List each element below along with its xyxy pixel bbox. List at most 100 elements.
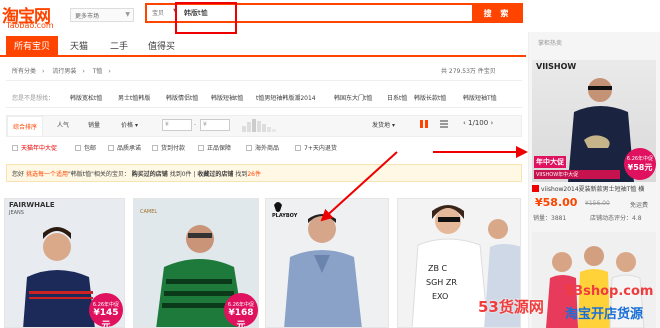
- featured-price: ¥58.00: [535, 196, 578, 209]
- tab-tmall[interactable]: 天猫: [62, 36, 96, 55]
- product-card[interactable]: PLAYBOY: [265, 198, 389, 328]
- sort-price[interactable]: 价格 ▾: [121, 120, 138, 129]
- checkbox[interactable]: [295, 145, 301, 151]
- watermark-logo: 53货源网: [478, 298, 544, 316]
- featured-rating: 店铺动态评分：4.8: [590, 215, 642, 222]
- sort-price-label: 价格: [121, 122, 134, 129]
- sort-sales[interactable]: 销量: [88, 120, 100, 129]
- taobao-logo-en: Taobao.com: [6, 21, 54, 30]
- checkbox[interactable]: [246, 145, 252, 151]
- filter-label: 货到付款: [161, 145, 186, 152]
- price-max-input[interactable]: ¥: [200, 119, 230, 131]
- filter-overseas[interactable]: 海外商品: [246, 143, 279, 152]
- filter-quality[interactable]: 品质承诺: [108, 143, 141, 152]
- related-link[interactable]: 韩版短袖T恤: [463, 93, 497, 102]
- promo-date: 6.26年中促: [626, 156, 654, 162]
- tab-second-hand[interactable]: 二手: [102, 36, 136, 55]
- breadcrumb-item[interactable]: T恤: [93, 68, 103, 75]
- histogram-bar: [257, 121, 261, 132]
- grid-view-icon[interactable]: [420, 120, 428, 128]
- product-card[interactable]: FAIRWHALE JEANS 6.26年中促 ¥145元: [4, 198, 125, 328]
- related-label: 您是不是想找：: [12, 95, 55, 102]
- related-link[interactable]: 男士t恤韩版: [118, 93, 150, 102]
- histogram-bar: [247, 122, 251, 132]
- breadcrumb-item[interactable]: 流行男装: [52, 68, 76, 75]
- chevron-down-icon: ▼: [125, 11, 130, 18]
- related-link[interactable]: 韩版情侣t恤: [166, 93, 198, 102]
- promo-date: 6.26年中促: [92, 302, 120, 308]
- favorited-count: 26件: [247, 171, 261, 178]
- tmall-icon: [532, 185, 539, 192]
- filter-label: 海外商品: [255, 145, 280, 152]
- notice-link[interactable]: 挑选每一个适用: [26, 171, 68, 178]
- related-link[interactable]: 韩版长款t恤: [414, 93, 446, 102]
- notice-prefix: 您好: [12, 171, 25, 178]
- chevron-down-icon: ▾: [391, 122, 395, 129]
- checkbox[interactable]: [108, 145, 114, 151]
- checkbox[interactable]: [152, 145, 158, 151]
- tab-all-items[interactable]: 所有宝贝: [6, 36, 59, 55]
- featured-old-price: ¥156.00: [585, 200, 610, 207]
- related-link[interactable]: 韩版宽松t恤: [70, 93, 102, 102]
- promo-badge: 6.26年中促 ¥168元: [224, 293, 258, 327]
- bought-stores-link[interactable]: 购买过的店铺: [132, 171, 168, 178]
- watermark-tagline: 淘宝开店货源: [565, 307, 644, 322]
- sort-arrow-icon: ▾: [134, 122, 138, 129]
- watermark-url: 53shop.com: [565, 284, 654, 299]
- market-select-label: 更多市场: [75, 13, 100, 20]
- divider: [6, 80, 522, 81]
- filter-returns[interactable]: 7+天内退货: [295, 143, 337, 152]
- histogram-bar: [262, 124, 266, 132]
- featured-sales: 销量：3881: [533, 215, 567, 222]
- pager: ‹ 1/100 ›: [463, 119, 493, 127]
- next-page-icon[interactable]: ›: [490, 119, 493, 127]
- filter-label: 品质承诺: [117, 145, 142, 152]
- filter-tmall-promo[interactable]: 天猫年中大促: [12, 143, 57, 152]
- favorited-stores-link[interactable]: 收藏过的店铺: [197, 171, 233, 178]
- promo-price: ¥168元: [228, 308, 254, 328]
- search-button[interactable]: 搜 索: [472, 3, 523, 23]
- ship-from-select[interactable]: 发货地 ▾: [372, 120, 395, 129]
- tab-worth-buying[interactable]: 值得买: [140, 36, 183, 55]
- checkbox[interactable]: [198, 145, 204, 151]
- svg-text:EXO: EXO: [432, 292, 448, 301]
- related-link[interactable]: t恤男短袖韩版潮2014: [256, 93, 316, 102]
- market-select[interactable]: 更多市场 ▼: [70, 8, 134, 22]
- price-distribution-chart[interactable]: [240, 118, 282, 132]
- filter-genuine[interactable]: 正品保障: [198, 143, 231, 152]
- featured-product-title-text: viishow2014夏装新款男士短袖T恤 横: [541, 186, 645, 193]
- result-count: 共 279.53万 件宝贝: [441, 68, 496, 75]
- svg-text:ZB C: ZB C: [428, 264, 448, 273]
- promo-price: ¥145元: [93, 308, 119, 328]
- featured-product-image[interactable]: VIISHOW 年中大促 VIISHOW年中大促 6.26年中促 ¥58元: [532, 60, 656, 182]
- divider: [6, 107, 522, 108]
- featured-product-title[interactable]: viishow2014夏装新款男士短袖T恤 横: [532, 184, 658, 193]
- list-view-icon[interactable]: [440, 120, 448, 128]
- breadcrumb-separator: ›: [42, 68, 45, 75]
- related-link[interactable]: 韩国东大门t恤: [334, 93, 372, 102]
- related-link[interactable]: 韩版短袖t恤: [211, 93, 243, 102]
- sort-default[interactable]: 综合排序: [7, 116, 44, 136]
- search-type-label: 宝贝: [152, 10, 165, 17]
- breadcrumb: 所有分类 › 流行男装 › T恤 ›: [12, 66, 117, 75]
- notice-text: 您好 挑选每一个适用"韩版t恤"相关的宝贝： 购买过的店铺 找到0件 | 收藏过…: [12, 169, 261, 178]
- filter-cod[interactable]: 货到付款: [152, 143, 185, 152]
- bought-count: 找到0件: [169, 171, 192, 178]
- product-card[interactable]: CAMEL 6.26年中促 ¥168元: [133, 198, 259, 328]
- promo-price: ¥58元: [627, 163, 653, 172]
- related-link[interactable]: 日系t恤: [387, 93, 407, 102]
- tab-underline: [0, 55, 526, 57]
- ship-from-label: 发货地: [372, 122, 391, 129]
- favorited-count-prefix: 找到: [235, 171, 248, 178]
- filter-free-shipping[interactable]: 包邮: [75, 143, 96, 152]
- checkbox[interactable]: [12, 145, 18, 151]
- highlight-box: [175, 2, 237, 34]
- checkbox[interactable]: [75, 145, 81, 151]
- breadcrumb-item[interactable]: 所有分类: [12, 68, 36, 75]
- product-image: [274, 202, 362, 327]
- price-min-input[interactable]: ¥: [162, 119, 192, 131]
- filter-label: 正品保障: [207, 145, 232, 152]
- price-range-dash: -: [194, 121, 197, 128]
- promo-badge: 6.26年中促 ¥58元: [624, 148, 656, 180]
- sort-popularity[interactable]: 人气: [57, 120, 69, 129]
